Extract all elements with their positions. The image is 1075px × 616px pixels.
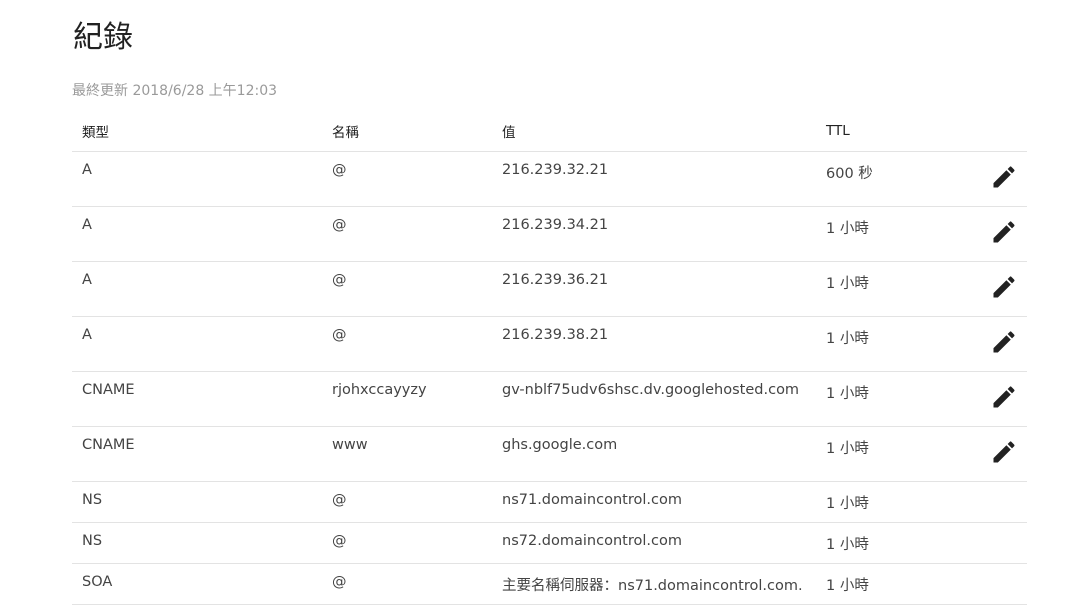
edit-record-button[interactable] (990, 273, 1018, 301)
column-header-name: 名稱 (322, 110, 492, 152)
column-header-actions (972, 110, 1027, 152)
pencil-icon (993, 386, 1015, 408)
edit-record-button[interactable] (990, 383, 1018, 411)
last-updated-text: 最終更新 2018/6/28 上午12:03 (72, 83, 278, 99)
record-value: ns72.domaincontrol.com (492, 522, 816, 564)
table-row: A @ 216.239.32.21 600 秒 (72, 151, 1027, 207)
table-row: NS @ ns72.domaincontrol.com 1 小時 (72, 522, 1027, 564)
record-type: SOA (72, 563, 322, 605)
edit-record-button[interactable] (990, 163, 1018, 191)
dns-records-table: 類型 名稱 值 TTL A @ 216.239.32.21 600 秒 A @ … (72, 110, 1027, 605)
pencil-icon (993, 331, 1015, 353)
record-name: @ (322, 151, 492, 207)
table-row: SOA @ 主要名稱伺服器：ns71.domaincontrol.com. 1 … (72, 563, 1027, 605)
record-name: rjohxccayyzy (322, 371, 492, 427)
record-ttl: 1 小時 (816, 261, 972, 317)
record-type: A (72, 151, 322, 207)
record-value: ghs.google.com (492, 426, 816, 482)
record-name: @ (322, 206, 492, 262)
record-type: CNAME (72, 371, 322, 427)
page-title: 紀錄 (73, 20, 133, 55)
record-type: A (72, 316, 322, 372)
record-name: @ (322, 522, 492, 564)
record-name: @ (322, 261, 492, 317)
record-type: A (72, 206, 322, 262)
record-value: ns71.domaincontrol.com (492, 481, 816, 523)
pencil-icon (993, 441, 1015, 463)
table-row: NS @ ns71.domaincontrol.com 1 小時 (72, 481, 1027, 523)
pencil-icon (993, 166, 1015, 188)
table-row: A @ 216.239.38.21 1 小時 (72, 316, 1027, 372)
record-type: NS (72, 522, 322, 564)
pencil-icon (993, 276, 1015, 298)
record-ttl: 1 小時 (816, 206, 972, 262)
record-ttl: 1 小時 (816, 481, 972, 523)
record-value: 216.239.34.21 (492, 206, 816, 262)
record-ttl: 600 秒 (816, 151, 972, 207)
record-name: @ (322, 316, 492, 372)
record-name: www (322, 426, 492, 482)
record-ttl: 1 小時 (816, 563, 972, 605)
column-header-type: 類型 (72, 110, 322, 152)
record-ttl: 1 小時 (816, 426, 972, 482)
edit-record-button[interactable] (990, 328, 1018, 356)
edit-record-button[interactable] (990, 438, 1018, 466)
record-value: 216.239.36.21 (492, 261, 816, 317)
record-value: 216.239.38.21 (492, 316, 816, 372)
record-ttl: 1 小時 (816, 522, 972, 564)
table-row: A @ 216.239.36.21 1 小時 (72, 261, 1027, 317)
edit-record-button[interactable] (990, 218, 1018, 246)
table-row: CNAME rjohxccayyzy gv-nblf75udv6shsc.dv.… (72, 371, 1027, 427)
pencil-icon (993, 221, 1015, 243)
table-header-row: 類型 名稱 值 TTL (72, 110, 1027, 152)
column-header-value: 值 (492, 110, 816, 152)
record-name: @ (322, 481, 492, 523)
record-type: A (72, 261, 322, 317)
record-type: NS (72, 481, 322, 523)
record-ttl: 1 小時 (816, 371, 972, 427)
record-type: CNAME (72, 426, 322, 482)
table-row: CNAME www ghs.google.com 1 小時 (72, 426, 1027, 482)
table-row: A @ 216.239.34.21 1 小時 (72, 206, 1027, 262)
record-value: gv-nblf75udv6shsc.dv.googlehosted.com (492, 371, 816, 427)
record-value: 216.239.32.21 (492, 151, 816, 207)
record-ttl: 1 小時 (816, 316, 972, 372)
column-header-ttl: TTL (816, 110, 972, 152)
record-name: @ (322, 563, 492, 605)
record-value: 主要名稱伺服器：ns71.domaincontrol.com. (492, 563, 816, 605)
